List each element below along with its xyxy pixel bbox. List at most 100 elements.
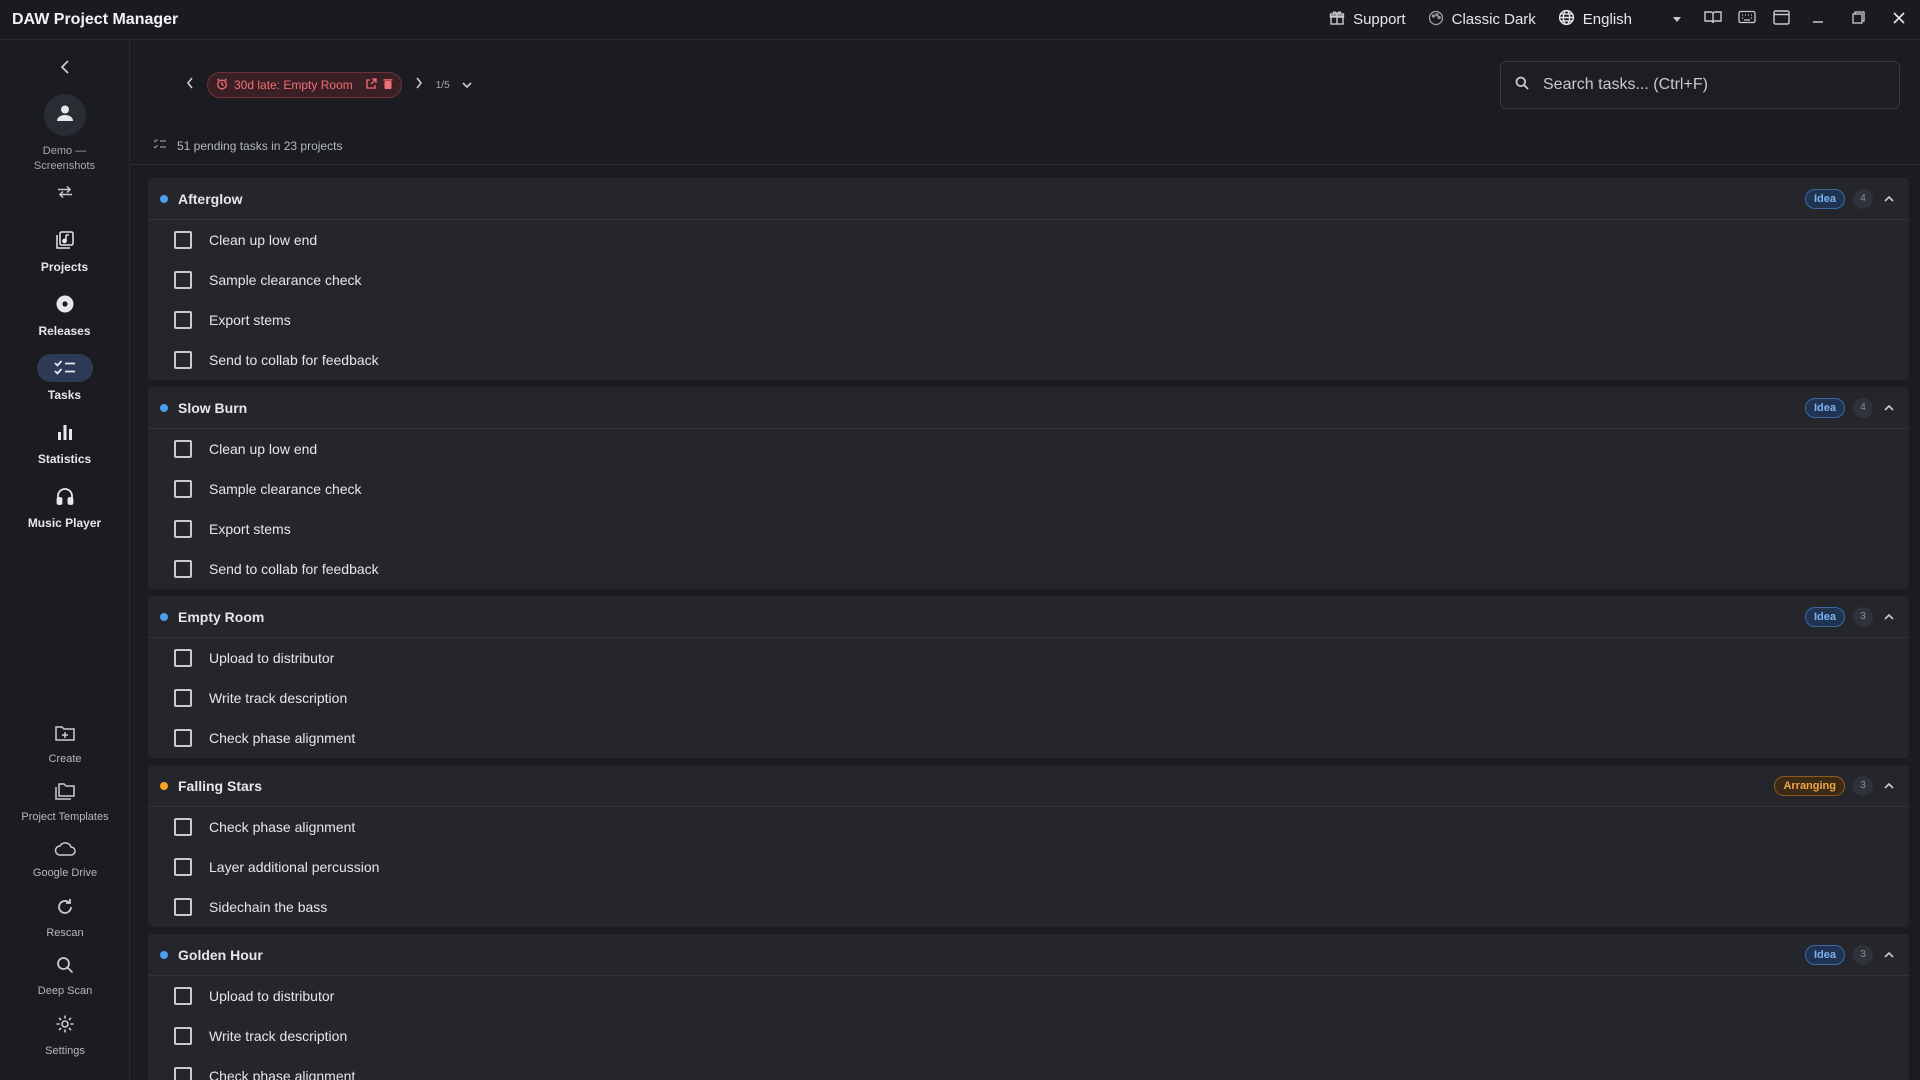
task-checkbox[interactable]: [174, 898, 192, 916]
app-title: DAW Project Manager: [12, 10, 179, 28]
tool-create[interactable]: Create: [0, 724, 130, 782]
task-label: Sample clearance check: [209, 272, 362, 288]
workspace-name: Demo — Screenshots: [33, 145, 96, 172]
task-checkbox[interactable]: [174, 818, 192, 836]
maximize-button[interactable]: [1838, 0, 1878, 40]
search-icon: [1515, 76, 1529, 95]
chevron-left-icon: [186, 76, 194, 94]
task-count: 3: [1853, 775, 1873, 796]
nav-item-tasks[interactable]: Tasks: [0, 354, 130, 418]
theme-button[interactable]: Classic Dark: [1428, 10, 1536, 30]
task-label: Clean up low end: [209, 441, 318, 457]
group-header[interactable]: Slow Burn Idea 4: [148, 387, 1909, 429]
close-button[interactable]: [1878, 0, 1920, 40]
toggle-panel-button[interactable]: [1764, 0, 1798, 40]
group-header[interactable]: Afterglow Idea 4: [148, 178, 1909, 220]
tool-google-drive[interactable]: Google Drive: [0, 840, 130, 898]
language-select[interactable]: English: [1558, 9, 1682, 30]
task-groups: Afterglow Idea 4 Clean up low end Sample cle…: [148, 178, 1909, 1080]
task-checkbox[interactable]: [174, 231, 192, 249]
task-row: Send to collab for feedback: [148, 549, 1909, 589]
project-task-group: Slow Burn Idea 4 Clean up low end Sample cle…: [148, 387, 1909, 589]
task-label: Export stems: [209, 521, 291, 537]
task-checkbox[interactable]: [174, 858, 192, 876]
tool-rescan[interactable]: Rescan: [0, 898, 130, 956]
project-task-group: Empty Room Idea 3 Upload to distributor Writ…: [148, 596, 1909, 758]
task-checkbox[interactable]: [174, 271, 192, 289]
status-dot: [160, 950, 168, 959]
group-header-meta: Idea 4: [1804, 397, 1897, 418]
chevron-up-icon[interactable]: [1881, 191, 1897, 207]
support-button[interactable]: Support: [1329, 10, 1406, 30]
collapse-sidebar-button[interactable]: [50, 54, 80, 84]
task-row: Write track description: [148, 1016, 1909, 1056]
switch-workspace-button[interactable]: [50, 182, 80, 206]
expand-notifications-button[interactable]: [458, 74, 476, 96]
group-header-meta: Idea 4: [1804, 188, 1897, 209]
task-row: Clean up low end: [148, 429, 1909, 469]
project-name: Falling Stars: [178, 777, 263, 794]
group-header[interactable]: Empty Room Idea 3: [148, 596, 1909, 638]
templates-icon: [55, 782, 75, 805]
avatar[interactable]: [43, 94, 86, 136]
title-bar: DAW Project Manager Support Classic Dark…: [0, 0, 1920, 40]
task-label: Write track description: [209, 1028, 348, 1044]
late-task-pill[interactable]: 30d late: Empty Room: [207, 72, 402, 98]
task-checkbox[interactable]: [174, 1067, 192, 1080]
tool-settings[interactable]: Settings: [0, 1014, 130, 1072]
nav-item-statistics[interactable]: Statistics: [0, 418, 130, 482]
chevron-right-icon: [415, 76, 423, 94]
tool-deep-scan[interactable]: Deep Scan: [0, 956, 130, 1014]
task-label: Upload to distributor: [209, 988, 335, 1004]
group-header[interactable]: Golden Hour Idea 3: [148, 934, 1909, 976]
task-label: Sidechain the bass: [209, 899, 328, 915]
task-checkbox[interactable]: [174, 689, 192, 707]
tool-project-templates[interactable]: Project Templates: [0, 782, 130, 840]
nav-item-releases[interactable]: Releases: [0, 290, 130, 354]
project-name: Afterglow: [178, 190, 243, 207]
task-row: Sidechain the bass: [148, 887, 1909, 927]
nav-item-music-player[interactable]: Music Player: [0, 482, 130, 546]
minimize-button[interactable]: [1798, 0, 1838, 40]
tool-label: Settings: [45, 1045, 85, 1057]
chevron-left-icon: [60, 59, 70, 79]
chevron-up-icon[interactable]: [1881, 947, 1897, 963]
task-checkbox[interactable]: [174, 440, 192, 458]
open-external-icon[interactable]: [365, 77, 377, 93]
task-checkbox[interactable]: [174, 649, 192, 667]
status-badge: Idea: [1804, 944, 1845, 965]
task-checkbox[interactable]: [174, 480, 192, 498]
window-icon: [1772, 9, 1790, 30]
nav-label: Projects: [40, 260, 89, 274]
search-box[interactable]: [1500, 61, 1900, 109]
task-checkbox[interactable]: [174, 351, 192, 369]
docs-button[interactable]: [1696, 0, 1730, 40]
task-checkbox[interactable]: [174, 987, 192, 1005]
delete-icon[interactable]: [383, 78, 393, 93]
tool-label: Google Drive: [32, 867, 98, 879]
chevron-up-icon[interactable]: [1881, 609, 1897, 625]
task-count: 4: [1853, 188, 1873, 209]
task-checkbox[interactable]: [174, 311, 192, 329]
chevron-up-icon[interactable]: [1881, 400, 1897, 416]
sidebar-nav: Projects Releases Tasks Statistics Music…: [0, 226, 129, 546]
next-notification-button[interactable]: [410, 74, 428, 96]
restore-icon: [1851, 10, 1865, 29]
previous-notification-button[interactable]: [181, 74, 199, 96]
gift-icon: [1329, 10, 1345, 30]
chevron-up-icon[interactable]: [1881, 778, 1897, 794]
status-badge: Arranging: [1774, 775, 1845, 796]
group-header[interactable]: Falling Stars Arranging 3: [148, 765, 1909, 807]
alarm-icon: [216, 78, 228, 93]
keyboard-shortcuts-button[interactable]: [1730, 0, 1764, 40]
nav-item-projects[interactable]: Projects: [0, 226, 130, 290]
status-badge: Idea: [1804, 606, 1845, 627]
task-row: Export stems: [148, 509, 1909, 549]
task-checkbox[interactable]: [174, 560, 192, 578]
task-checkbox[interactable]: [174, 729, 192, 747]
task-count: 4: [1853, 397, 1873, 418]
task-checkbox[interactable]: [174, 520, 192, 538]
task-checkbox[interactable]: [174, 1027, 192, 1045]
search-input[interactable]: [1543, 76, 1883, 94]
task-row: Sample clearance check: [148, 260, 1909, 300]
